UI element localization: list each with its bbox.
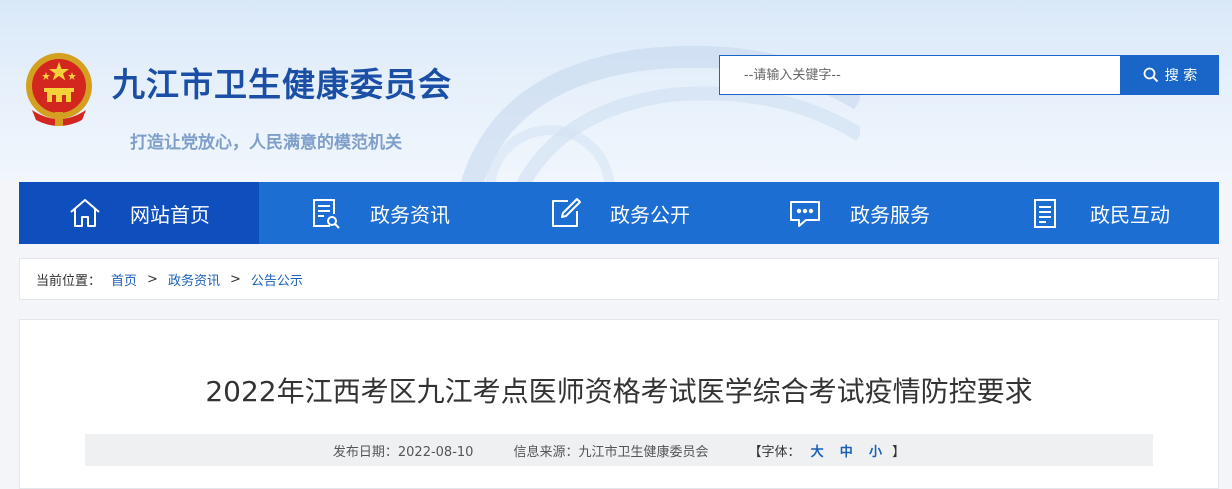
breadcrumb: 当前位置： 首页 > 政务资讯 > 公告公示 [19, 258, 1219, 300]
breadcrumb-separator: > [229, 271, 241, 287]
breadcrumb-news[interactable]: 政务资讯 [168, 270, 220, 289]
font-size-small[interactable]: 小 [869, 445, 882, 460]
chat-icon [788, 196, 822, 230]
article-title: 2022年江西考区九江考点医师资格考试医学综合考试疫情防控要求 [205, 375, 1033, 408]
breadcrumb-home[interactable]: 首页 [111, 270, 137, 289]
nav-item-label: 政民互动 [1090, 202, 1170, 227]
font-size-large[interactable]: 大 [811, 445, 824, 460]
breadcrumb-prefix: 当前位置： [36, 273, 102, 289]
font-size-medium[interactable]: 中 [840, 445, 853, 460]
search-icon [1143, 67, 1158, 83]
info-source: 信息来源：九江市卫生健康委员会 [513, 444, 709, 460]
clipboard-icon [1028, 196, 1062, 230]
home-icon [68, 196, 102, 230]
nav-item-label: 政务资讯 [370, 202, 450, 227]
nav-item-interaction[interactable]: 政民互动 [979, 182, 1219, 244]
document-search-icon [308, 196, 342, 230]
nav-item-label: 网站首页 [130, 202, 210, 227]
publish-date: 发布日期：2022-08-10 [332, 444, 474, 460]
main-nav: 网站首页 政务资讯 政务公开 政务服务 政民互动 [19, 182, 1219, 244]
font-size-control: 【字体： 大 中 小 】 [748, 441, 905, 460]
search-input[interactable] [719, 55, 1121, 95]
search-button[interactable]: 搜 索 [1121, 55, 1219, 95]
breadcrumb-announcements[interactable]: 公告公示 [251, 270, 303, 289]
nav-item-news[interactable]: 政务资讯 [259, 182, 499, 244]
site-slogan: 打造让党放心，人民满意的模范机关 [130, 133, 402, 153]
nav-item-label: 政务服务 [850, 202, 930, 227]
font-size-label: 【字体： [748, 444, 801, 460]
site-title: 九江市卫生健康委员会 [112, 65, 452, 104]
nav-item-service[interactable]: 政务服务 [739, 182, 979, 244]
edit-icon [548, 196, 582, 230]
nav-item-home[interactable]: 网站首页 [19, 182, 259, 244]
article-panel: 2022年江西考区九江考点医师资格考试医学综合考试疫情防控要求 发布日期：202… [19, 319, 1219, 489]
nav-item-label: 政务公开 [610, 202, 690, 227]
search-button-label: 搜 索 [1164, 68, 1198, 84]
article-meta: 发布日期：2022-08-10 信息来源：九江市卫生健康委员会 【字体： 大 中… [85, 434, 1153, 466]
font-size-label-close: 】 [892, 444, 906, 460]
nav-item-public[interactable]: 政务公开 [499, 182, 739, 244]
site-header: 九江市卫生健康委员会 打造让党放心，人民满意的模范机关 搜 索 [0, 0, 1232, 182]
breadcrumb-separator: > [147, 271, 158, 287]
national-emblem-icon [26, 53, 92, 126]
